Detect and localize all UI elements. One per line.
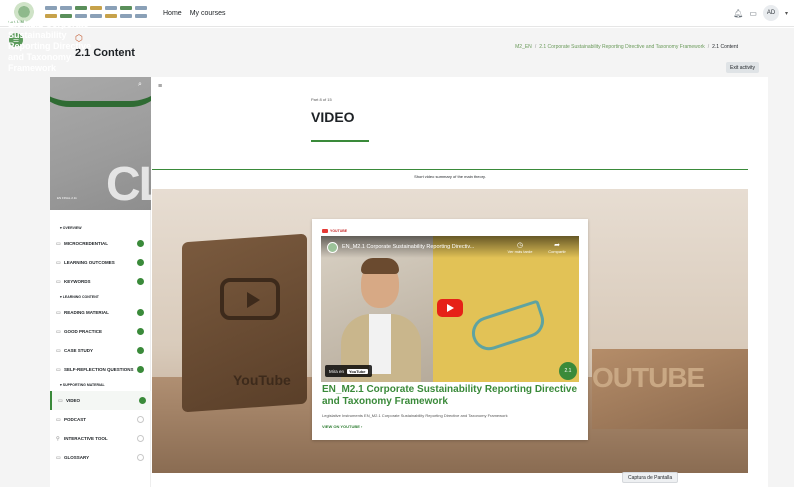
partner-logos [45, 6, 147, 20]
breadcrumb-course[interactable]: M2_EN [515, 44, 532, 50]
section-heading: VIDEO [311, 109, 355, 125]
nav-my-courses-link[interactable]: My courses [190, 10, 226, 17]
top-navbar: CirCLIM Home My courses 🔔︎ ▭ AD ▾ [0, 0, 794, 27]
section-supporting-material[interactable]: ▾ Supporting material [50, 379, 151, 391]
check-incomplete-icon [137, 416, 144, 423]
screen-capture-button[interactable]: Captura de Pantalla [622, 472, 679, 483]
banner-youtube-letters: OUTUBE [592, 362, 705, 393]
check-complete-icon [137, 366, 144, 373]
menu-item-self-reflection[interactable]: ▭ SELF-REFLECTION QUESTIONS [50, 360, 151, 379]
page-icon: ▭ [56, 416, 61, 423]
bell-icon[interactable]: 🔔︎ [733, 9, 743, 18]
hamburger-menu-icon[interactable]: ≡ [158, 83, 162, 90]
page-icon: ▭ [56, 366, 61, 373]
breadcrumb-section[interactable]: 2.1 Corporate Sustainability Reporting D… [539, 44, 705, 50]
menu-item-glossary[interactable]: ▭ GLOSSARY [50, 448, 151, 467]
check-complete-icon [139, 397, 146, 404]
breadcrumb-current: 2.1 Content [712, 44, 738, 50]
video-description: Legislative Instruments EN_M2.1 Corporat… [322, 413, 508, 418]
lesson-menu: ▾ Overview ▭ MICROCREDENTIAL ▭ LEARNING OU… [50, 222, 151, 467]
video-player[interactable]: EN_M2.1 Corporate Sustainability Reporti… [321, 236, 579, 382]
menu-item-case-study[interactable]: ▭ CASE STUDY [50, 341, 151, 360]
page-icon: ▭ [56, 347, 61, 354]
page-icon: ▭ [56, 278, 61, 285]
share-icon: ➦ [554, 242, 560, 249]
tool-icon: ⚲ [56, 435, 60, 442]
search-icon[interactable]: ⌕ [138, 81, 142, 89]
check-complete-icon [137, 240, 144, 247]
video-icon: ▭ [58, 397, 63, 404]
divider [152, 169, 748, 170]
menu-item-keywords[interactable]: ▭ KEYWORDS [50, 272, 151, 291]
clock-icon: ◷ [516, 242, 524, 249]
channel-avatar[interactable] [327, 242, 338, 253]
menu-item-reading-material[interactable]: ▭ READING MATERIAL [50, 303, 151, 322]
video-title-link[interactable]: EN_M2.1 Corporate Sustainability Reporti… [322, 384, 580, 408]
check-incomplete-icon [137, 435, 144, 442]
check-complete-icon [137, 328, 144, 335]
page-icon: ▭ [56, 309, 61, 316]
section-learning-content[interactable]: ▾ Learning content [50, 291, 151, 303]
hero-watermark: CL [106, 158, 151, 210]
check-complete-icon [137, 347, 144, 354]
check-complete-icon [137, 259, 144, 266]
menu-item-video[interactable]: ▭ VIDEO [50, 391, 151, 410]
lesson-hero-title: EN M2.1 Corporate Sustainability Reporti… [8, 19, 92, 73]
youtube-logo-icon: YouTube [347, 368, 368, 374]
lesson-hero-image: CL [50, 77, 151, 210]
exit-activity-button[interactable]: Exit activity [726, 62, 760, 73]
menu-item-interactive-tool[interactable]: ⚲ INTERACTIVE TOOL [50, 429, 151, 448]
nav-home-link[interactable]: Home [163, 10, 182, 17]
menu-item-good-practice[interactable]: ▭ GOOD PRACTICE [50, 322, 151, 341]
banner-youtube-word: YouTube [233, 372, 291, 388]
lesson-hero-subtitle: EN FINAL 2.11 [57, 196, 77, 200]
check-complete-icon [137, 309, 144, 316]
breadcrumb: M2_EN / 2.1 Corporate Sustainability Rep… [515, 44, 738, 50]
hand-illustration [467, 299, 549, 355]
player-video-title[interactable]: EN_M2.1 Corporate Sustainability Reporti… [342, 244, 502, 250]
youtube-icon [322, 229, 328, 233]
menu-item-microcredential[interactable]: ▭ MICROCREDENTIAL [50, 234, 151, 253]
menu-item-learning-outcomes[interactable]: ▭ LEARNING OUTCOMES [50, 253, 151, 272]
user-avatar[interactable]: AD [762, 5, 779, 21]
menu-item-podcast[interactable]: ▭ PODCAST [50, 410, 151, 429]
part-counter: Part 8 of 15 [311, 97, 332, 102]
lesson-badge: 2.1 [559, 362, 577, 380]
watch-later-button[interactable]: ◷ Ver más tarde [506, 241, 534, 254]
page-icon: ▭ [56, 240, 61, 247]
view-on-youtube-link[interactable]: VIEW ON YOUTUBE › [322, 424, 362, 429]
wooden-play-icon [247, 292, 260, 308]
watch-on-youtube-button[interactable]: Mira en YouTube [325, 365, 372, 377]
chevron-down-icon[interactable]: ▾ [785, 10, 788, 17]
check-incomplete-icon [137, 454, 144, 461]
check-complete-icon [137, 278, 144, 285]
page-icon: ▭ [56, 328, 61, 335]
section-summary: Short video summary of the main theory. [414, 174, 486, 179]
share-button[interactable]: ➦ Compartir [543, 241, 571, 254]
heading-underline [311, 140, 369, 142]
play-button[interactable] [437, 299, 463, 317]
message-icon[interactable]: ▭ [749, 9, 757, 18]
page-icon: ▭ [56, 259, 61, 266]
youtube-source-tag: YOUTUBE [322, 229, 347, 233]
section-overview[interactable]: ▾ Overview [50, 222, 151, 234]
page-icon: ▭ [56, 454, 61, 461]
